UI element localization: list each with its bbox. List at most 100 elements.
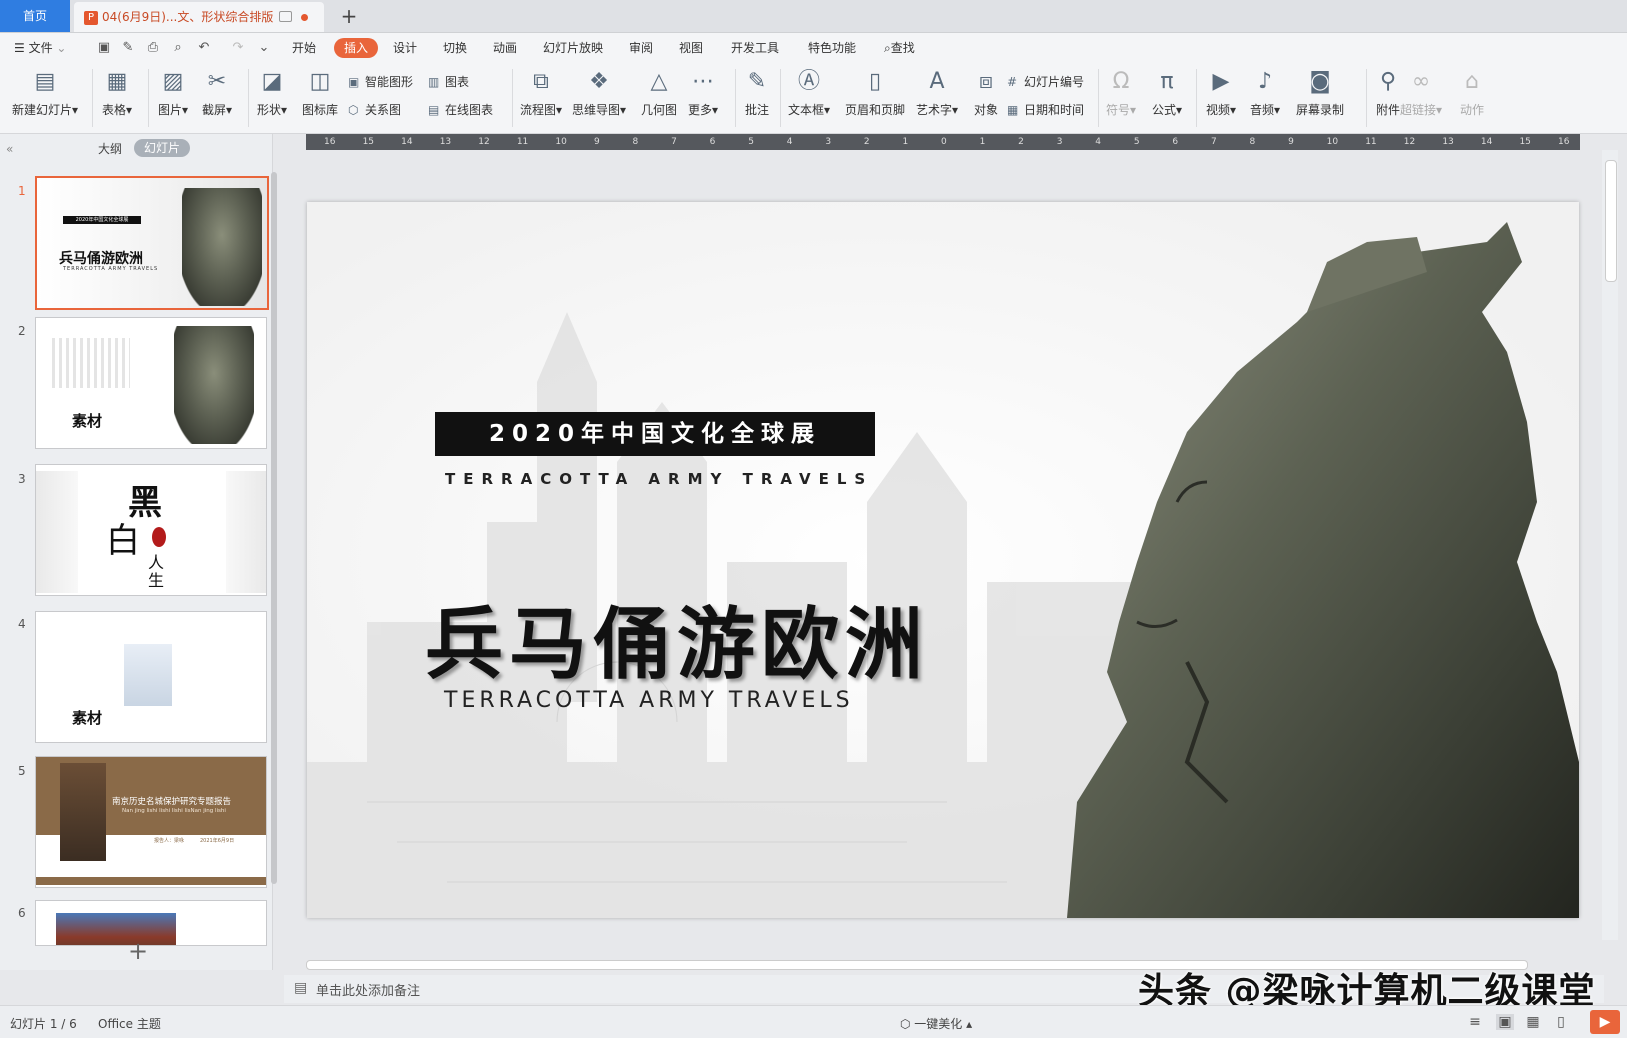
print-icon[interactable]: ⎙ xyxy=(145,40,161,56)
new-slide-button[interactable]: ▤ 新建幻灯片▾ xyxy=(12,69,78,118)
format-painter-icon[interactable]: ✎ xyxy=(120,40,136,56)
redo-icon[interactable]: ↷ xyxy=(230,40,246,56)
menu-transition[interactable]: 切换 xyxy=(443,33,467,63)
thumbnails-scrollbar[interactable] xyxy=(271,172,277,884)
menu-review[interactable]: 审阅 xyxy=(629,33,653,63)
screenshot-icon: ✂ xyxy=(207,69,227,94)
attachment-button[interactable]: ⚲ 附件 xyxy=(1374,69,1402,118)
slide-title[interactable]: 兵马俑游欧洲 xyxy=(425,582,929,694)
datetime-button[interactable]: ▦ 日期和时间 xyxy=(1007,101,1084,118)
save-icon[interactable]: ▣ xyxy=(96,40,112,56)
vertical-scrollbar[interactable] xyxy=(1602,150,1618,940)
video-label: 视频 xyxy=(1206,103,1231,117)
video-button[interactable]: ▶ 视频▾ xyxy=(1206,69,1236,118)
menu-view[interactable]: 视图 xyxy=(679,33,703,63)
ruler-tick-label: 0 xyxy=(941,137,947,147)
tab-outline[interactable]: 大纲 xyxy=(98,140,122,157)
textbox-button[interactable]: Ⓐ 文本框▾ xyxy=(788,69,830,118)
table-label: 表格 xyxy=(102,103,127,117)
menu-start[interactable]: 开始 xyxy=(292,33,316,63)
textbox-label: 文本框 xyxy=(788,103,825,117)
menu-design[interactable]: 设计 xyxy=(393,33,417,63)
screenshot-button[interactable]: ✂ 截屏▾ xyxy=(202,69,232,118)
symbol-label: 符号 xyxy=(1106,103,1131,117)
slide-thumbnail-2[interactable]: 素材 xyxy=(35,317,267,449)
search-button[interactable]: ⌕查找 xyxy=(884,33,915,63)
formula-button[interactable]: π 公式▾ xyxy=(1152,69,1182,118)
speaker-icon: ♪ xyxy=(1257,69,1273,94)
normal-view-icon[interactable]: ▣ xyxy=(1496,1014,1514,1030)
comment-button[interactable]: ✎ 批注 xyxy=(743,69,771,118)
header-footer-label: 页眉和页脚 xyxy=(845,103,906,117)
action-button[interactable]: ⌂ 动作 xyxy=(1458,69,1486,118)
audio-label: 音频 xyxy=(1250,103,1275,117)
slide-subtitle-top[interactable]: TERRACOTTA ARMY TRAVELS xyxy=(445,470,873,488)
hyperlink-button[interactable]: ∞ 超链接▾ xyxy=(1400,69,1442,118)
notes-placeholder[interactable]: 单击此处添加备注 xyxy=(316,980,420,999)
tab-bar: 首页 P 04(6月9日)...文、形状综合排版 + xyxy=(0,0,1627,33)
slide-subtitle-bottom[interactable]: TERRACOTTA ARMY TRAVELS xyxy=(444,688,854,713)
slide-thumbnail-5[interactable]: 南京历史名城保护研究专题报告 Nan jing lishi lishi lish… xyxy=(35,756,267,888)
more-button[interactable]: ⋯ 更多▾ xyxy=(688,69,718,118)
theme-name[interactable]: Office 主题 xyxy=(98,1015,161,1032)
screen-record-icon: ◙ xyxy=(1309,69,1331,94)
tab-home[interactable]: 首页 xyxy=(0,0,70,32)
slide-sorter-icon[interactable]: ▦ xyxy=(1524,1014,1542,1030)
geometry-button[interactable]: △ 几何图 xyxy=(641,69,677,118)
ruler-tick-label: 3 xyxy=(1056,137,1063,147)
undo-icon[interactable]: ↶ xyxy=(196,40,212,56)
slide-number-button[interactable]: # 幻灯片编号 xyxy=(1007,73,1084,90)
screen-record-label: 屏幕录制 xyxy=(1296,103,1345,117)
customize-icon[interactable]: ⌄ xyxy=(256,40,272,56)
icon-library-button[interactable]: ◫ 图标库 xyxy=(302,69,338,118)
chevron-down-icon: ⌄ xyxy=(56,41,67,55)
menu-features[interactable]: 特色功能 xyxy=(808,33,856,63)
beautify-button[interactable]: ⬡ 一键美化 ▴ xyxy=(900,1015,972,1032)
portrait-right-image xyxy=(226,471,266,593)
slide-banner[interactable]: 2020年中国文化全球展 xyxy=(435,412,875,456)
tab-slides[interactable]: 幻灯片 xyxy=(134,139,191,157)
slide-thumbnail-6[interactable] xyxy=(35,900,267,946)
new-tab-button[interactable]: + xyxy=(336,2,362,30)
slide-thumbnail-4[interactable]: 素材 xyxy=(35,611,267,743)
ruler-tick-label: 13 xyxy=(1442,137,1454,147)
vertical-scroll-thumb[interactable] xyxy=(1605,160,1617,282)
slide-thumbnail-3[interactable]: 黑 白 人 生 xyxy=(35,464,267,596)
menu-developer[interactable]: 开发工具 xyxy=(731,33,779,63)
chart-button[interactable]: ▥ 图表 xyxy=(428,73,469,90)
menu-insert[interactable]: 插入 xyxy=(334,38,379,58)
shape-button[interactable]: ◪ 形状▾ xyxy=(257,69,287,118)
menu-animation[interactable]: 动画 xyxy=(493,33,517,63)
flowchart-button[interactable]: ⧉ 流程图▾ xyxy=(520,69,562,118)
screen-record-button[interactable]: ◙ 屏幕录制 xyxy=(1296,69,1344,118)
header-footer-button[interactable]: ▯ 页眉和页脚 xyxy=(845,69,905,118)
mindmap-button[interactable]: ❖ 思维导图▾ xyxy=(572,69,626,118)
relation-button[interactable]: ⬡ 关系图 xyxy=(348,101,401,118)
mouse-icon: ⌂ xyxy=(1465,69,1479,94)
smart-shape-button[interactable]: ▣ 智能图形 xyxy=(348,73,413,90)
sketch-background xyxy=(307,202,1579,918)
print-preview-icon[interactable]: ⌕ xyxy=(170,40,186,56)
collapse-pane-icon[interactable]: « xyxy=(6,142,13,156)
window-icon[interactable] xyxy=(279,11,292,22)
play-slideshow-icon[interactable]: ▶ xyxy=(1590,1010,1620,1034)
notes-toggle-icon[interactable]: ≡ xyxy=(1466,1014,1484,1030)
divider xyxy=(512,69,513,127)
picture-button[interactable]: ▨ 图片▾ xyxy=(158,69,188,118)
slide-number-label: 幻灯片编号 xyxy=(1024,75,1085,89)
reading-view-icon[interactable]: ▯ xyxy=(1552,1014,1570,1030)
online-chart-button[interactable]: ▤ 在线图表 xyxy=(428,101,493,118)
symbol-button[interactable]: Ω 符号▾ xyxy=(1106,69,1136,118)
table-button[interactable]: ▦ 表格▾ xyxy=(102,69,132,118)
object-button[interactable]: ⧈ 对象 xyxy=(972,69,1000,118)
ruler-tick-label: 4 xyxy=(786,137,793,147)
slide-thumbnail-1[interactable]: 2020年中国文化全球展 兵马俑游欧洲 TERRACOTTA ARMY TRAV… xyxy=(35,176,269,310)
menu-slideshow[interactable]: 幻灯片放映 xyxy=(543,33,603,63)
wordart-button[interactable]: A 艺术字▾ xyxy=(916,69,958,118)
file-menu[interactable]: ☰ 文件 ⌄ xyxy=(14,33,66,63)
add-slide-icon[interactable]: + xyxy=(128,937,148,965)
audio-button[interactable]: ♪ 音频▾ xyxy=(1250,69,1280,118)
tab-document[interactable]: P 04(6月9日)...文、形状综合排版 xyxy=(74,2,324,32)
slide-canvas[interactable]: 2020年中国文化全球展 TERRACOTTA ARMY TRAVELS 兵马俑… xyxy=(307,202,1579,918)
icon-library-icon: ◫ xyxy=(309,69,331,94)
